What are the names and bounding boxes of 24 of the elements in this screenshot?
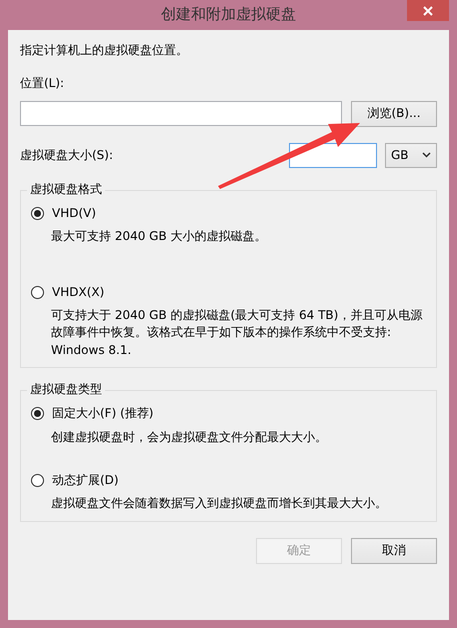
size-field[interactable] <box>289 142 377 168</box>
radio-button[interactable] <box>31 286 44 299</box>
close-icon <box>423 6 433 16</box>
option-label[interactable]: 动态扩展(D) <box>52 472 119 490</box>
radio-button[interactable] <box>31 474 44 488</box>
location-field[interactable] <box>20 100 342 126</box>
option-label[interactable]: 固定大小(F) (推荐) <box>52 405 154 423</box>
size-label: 虚拟硬盘大小(S): <box>20 146 114 164</box>
window-title: 创建和附加虚拟硬盘 <box>161 4 296 26</box>
caret-icon <box>422 152 431 158</box>
option-label[interactable]: VHD(V) <box>52 204 96 222</box>
close-button[interactable] <box>407 0 449 21</box>
option-description: 可支持大于 2040 GB 的虚拟磁盘(最大可支持 64 TB)，并且可从电源故障事件中恢复。该格式在早于如下版本的操作系统中不受支持: Windows 8.1. <box>50 306 424 359</box>
option-label[interactable]: VHDX(X) <box>52 284 104 301</box>
radio-button[interactable] <box>31 206 44 220</box>
option-description: 最大可支持 2040 GB 大小的虚拟磁盘。 <box>50 228 268 246</box>
radio-button[interactable] <box>31 407 44 420</box>
location-label: 位置(L): <box>20 75 66 92</box>
browse-button[interactable]: 浏览(B)... <box>351 100 437 127</box>
unit-dropdown[interactable]: GB <box>385 142 437 168</box>
option-description: 创建虚拟硬盘时，会为虚拟硬盘文件分配最大大小。 <box>50 428 328 446</box>
option-description: 虚拟硬盘文件会随着数据写入到虚拟硬盘而增长到其最大大小。 <box>50 495 388 512</box>
dialog-button[interactable]: 取消 <box>351 538 437 564</box>
instruction-text: 指定计算机上的虚拟硬盘位置。 <box>20 42 189 59</box>
